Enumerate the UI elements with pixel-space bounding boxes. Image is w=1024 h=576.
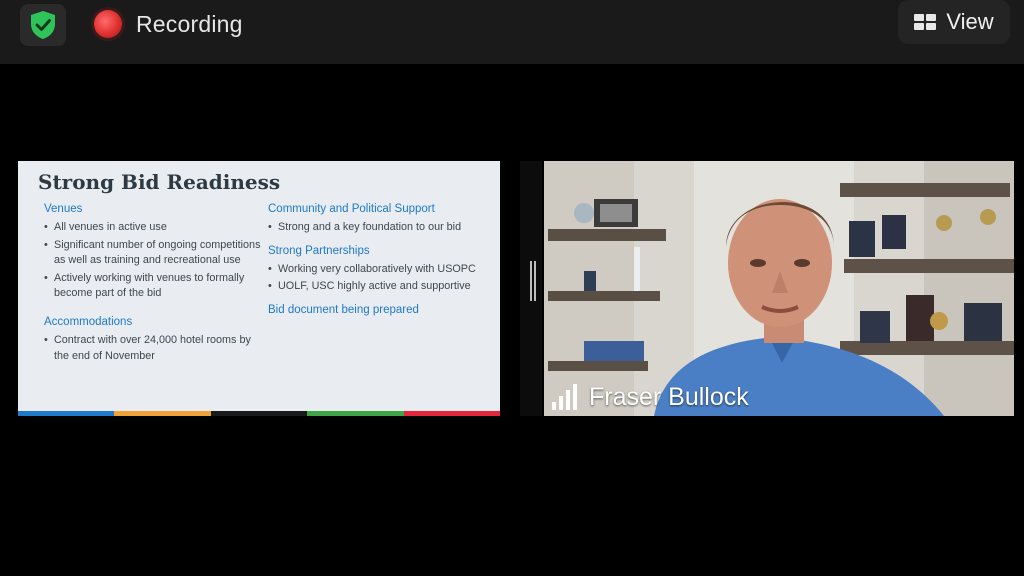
- slide-title: Strong Bid Readiness: [38, 170, 281, 194]
- speaker-video-frame: [544, 161, 1014, 416]
- meeting-top-bar: Recording View: [0, 0, 1024, 64]
- section-heading-accommodations: Accommodations: [44, 315, 133, 328]
- bullet-item: Working very collaboratively with USOPC: [268, 262, 488, 278]
- section-heading-community-support: Community and Political Support: [268, 203, 435, 215]
- recording-dot-icon: [94, 10, 122, 38]
- view-splitter[interactable]: [520, 161, 542, 416]
- grid-view-icon: [914, 14, 937, 30]
- participant-name: Fraser Bullock: [589, 383, 749, 411]
- bullet-item: Actively working with venues to formally…: [44, 271, 264, 302]
- drag-handle-icon[interactable]: [530, 261, 532, 301]
- bullet-item: Contract with over 24,000 hotel rooms by…: [44, 333, 264, 364]
- participant-name-tag: Fraser Bullock: [548, 380, 759, 414]
- bullet-item: All venues in active use: [44, 220, 264, 236]
- section-heading-venues: Venues: [44, 203, 83, 215]
- partnerships-bullets: Working very collaboratively with USOPC …: [268, 262, 488, 295]
- community-support-bullets: Strong and a key foundation to our bid: [268, 220, 488, 236]
- shield-check-icon: [31, 11, 55, 39]
- slide-right-column: Community and Political Support Strong a…: [268, 203, 488, 321]
- bullet-item: Significant number of ongoing competitio…: [44, 238, 264, 269]
- bullet-item: UOLF, USC highly active and supportive: [268, 279, 488, 295]
- slide-color-stripe: [18, 411, 500, 416]
- accommodations-bullets: Contract with over 24,000 hotel rooms by…: [44, 333, 264, 364]
- signal-strength-icon: [552, 384, 577, 410]
- bid-document-heading: Bid document being prepared: [268, 303, 419, 316]
- participant-video[interactable]: Fraser Bullock: [544, 161, 1014, 416]
- security-button[interactable]: [20, 4, 66, 46]
- venues-bullets: All venues in active use Significant num…: [44, 220, 264, 302]
- section-heading-partnerships: Strong Partnerships: [268, 244, 370, 257]
- view-label: View: [946, 9, 994, 34]
- shared-screen-slide: Strong Bid Readiness Venues All venues i…: [18, 161, 500, 416]
- slide-left-column: Venues All venues in active use Signific…: [44, 203, 264, 373]
- view-button[interactable]: View: [898, 0, 1010, 44]
- recording-indicator[interactable]: Recording: [94, 10, 243, 38]
- bullet-item: Strong and a key foundation to our bid: [268, 220, 488, 236]
- recording-label: Recording: [136, 10, 243, 37]
